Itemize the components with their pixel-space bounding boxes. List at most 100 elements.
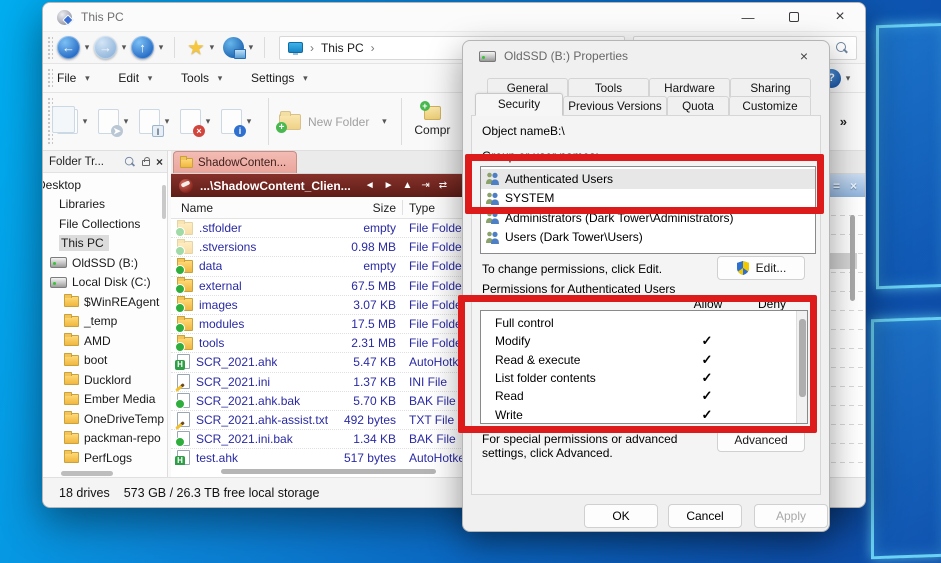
delete-button[interactable]: × [180, 109, 215, 134]
edit-button[interactable]: Edit... [717, 256, 805, 280]
forward-dropdown-caret-icon[interactable] [117, 42, 131, 53]
dialog-tab[interactable]: Sharing [730, 78, 811, 97]
dialog-tab[interactable]: Security [475, 93, 563, 116]
file-size: 17.5 MB [321, 317, 396, 331]
pane-icon [179, 179, 193, 193]
tree-item[interactable]: Libraries [43, 195, 167, 215]
column-header-type[interactable]: Type [409, 201, 435, 215]
toolbar-grip[interactable] [47, 68, 53, 88]
column-header-name[interactable]: Name [181, 201, 213, 215]
copy-dropdown-caret-icon[interactable] [78, 116, 92, 127]
path-nav-icon[interactable]: ◄ [365, 180, 375, 191]
file-name: test.ahk [196, 451, 238, 465]
separator [264, 37, 265, 58]
apply-button[interactable]: Apply [754, 504, 828, 528]
properties-icon: i [221, 109, 242, 134]
dialog-tab[interactable]: Tools [568, 78, 649, 97]
dialog-close-button[interactable]: × [793, 48, 815, 64]
new-folder-button[interactable]: + New Folder [279, 114, 391, 130]
group-list-item[interactable]: Users (Dark Tower\Users) [481, 228, 815, 248]
tree-horizontal-scrollbar[interactable] [61, 471, 113, 476]
search-icon[interactable] [836, 42, 848, 54]
toolbar-grip[interactable] [47, 36, 53, 59]
compress-button[interactable]: Compr [414, 106, 450, 137]
maximize-button[interactable] [779, 6, 809, 28]
tab-shadowcontent[interactable]: ShadowConten... [173, 151, 297, 173]
minimize-button[interactable]: — [733, 6, 763, 28]
new-folder-caret-icon[interactable] [377, 116, 391, 127]
path-nav-icon[interactable]: ⇄ [439, 180, 447, 191]
tree-item[interactable]: Ducklord [43, 370, 167, 390]
dialog-title-bar: OldSSD (B:) Properties × [463, 41, 829, 71]
menu-item[interactable]: Settings [251, 71, 312, 85]
file-type-icon [177, 450, 190, 465]
path-nav-icon[interactable]: ► [384, 180, 394, 191]
tree-item[interactable]: OldSSD (B:) [43, 253, 167, 273]
dialog-tab[interactable]: Previous Versions [563, 96, 667, 116]
file-size: 517 bytes [321, 451, 396, 465]
panel-close-icon[interactable]: × [850, 179, 857, 193]
file-name: external [199, 279, 242, 293]
up-dropdown-caret-icon[interactable] [154, 42, 168, 53]
delete-dropdown-caret-icon[interactable] [201, 116, 215, 127]
tree-item[interactable]: $WinREAgent [43, 292, 167, 312]
tree-item[interactable]: This PC [43, 234, 167, 254]
path-nav-icon[interactable]: ▲ [403, 180, 413, 191]
favorites-star-icon[interactable]: ★ [187, 38, 205, 58]
tree-item-icon [64, 433, 79, 444]
up-button[interactable]: ↑ [131, 36, 154, 59]
file-name: .stfolder [199, 221, 242, 235]
menu-caret-icon [298, 73, 312, 84]
dialog-tab[interactable]: Quota [667, 96, 729, 116]
tree-item[interactable]: Desktop [43, 175, 167, 195]
ok-button[interactable]: OK [584, 504, 658, 528]
tree-item[interactable]: packman-repo [43, 429, 167, 449]
back-dropdown-caret-icon[interactable] [80, 42, 94, 53]
permissions-label: Permissions for Authenticated Users [482, 282, 682, 296]
help-dropdown-caret-icon[interactable] [841, 73, 855, 84]
right-pane-vertical-scrollbar[interactable] [850, 215, 855, 301]
tree-item-icon [64, 394, 79, 405]
path-nav-icon[interactable]: ⇥ [421, 180, 429, 191]
favorites-dropdown-caret-icon[interactable] [205, 42, 219, 53]
tree-search-icon[interactable] [125, 156, 135, 166]
menu-item[interactable]: Tools [181, 71, 227, 85]
menu-item[interactable]: File [57, 71, 94, 85]
dialog-tab[interactable]: Hardware [649, 78, 730, 97]
copy-button[interactable] [57, 109, 92, 134]
cancel-button[interactable]: Cancel [668, 504, 742, 528]
column-header-size[interactable]: Size [321, 201, 396, 215]
properties-dropdown-caret-icon[interactable] [242, 116, 256, 127]
rename-icon: I [139, 109, 160, 134]
move-button[interactable]: ➤ [98, 109, 133, 134]
tree-item[interactable]: _temp [43, 312, 167, 332]
close-button[interactable]: × [825, 6, 855, 28]
column-separator[interactable] [402, 200, 403, 215]
tree-item[interactable]: boot [43, 351, 167, 371]
toolbar-overflow-button[interactable]: » [840, 114, 855, 129]
panel-menu-icon[interactable]: = [833, 179, 840, 193]
breadcrumb[interactable]: This PC [321, 41, 364, 55]
window-title: This PC [81, 10, 124, 24]
tree-item[interactable]: File Collections [43, 214, 167, 234]
network-icon[interactable] [223, 37, 244, 58]
file-list-horizontal-scrollbar[interactable] [221, 469, 436, 474]
back-button[interactable]: ← [57, 36, 80, 59]
menu-item[interactable]: Edit [118, 71, 157, 85]
properties-button[interactable]: i [221, 109, 256, 134]
network-dropdown-caret-icon[interactable] [244, 42, 258, 53]
tree-item[interactable]: Ember Media [43, 390, 167, 410]
tree-close-icon[interactable]: × [156, 157, 163, 167]
info-badge-icon: i [234, 125, 246, 137]
tree-pin-icon[interactable] [142, 160, 150, 166]
move-dropdown-caret-icon[interactable] [119, 116, 133, 127]
rename-button[interactable]: I [139, 109, 174, 134]
file-name: .stversions [199, 240, 256, 254]
dialog-tab[interactable]: Customize [729, 96, 811, 116]
tree-vertical-scrollbar[interactable] [162, 185, 166, 219]
forward-button[interactable]: → [94, 36, 117, 59]
tree-item[interactable]: OneDriveTemp [43, 409, 167, 429]
tree-item[interactable]: Local Disk (C:) [43, 273, 167, 293]
tree-item[interactable]: PerfLogs [43, 448, 167, 468]
tree-item[interactable]: AMD [43, 331, 167, 351]
